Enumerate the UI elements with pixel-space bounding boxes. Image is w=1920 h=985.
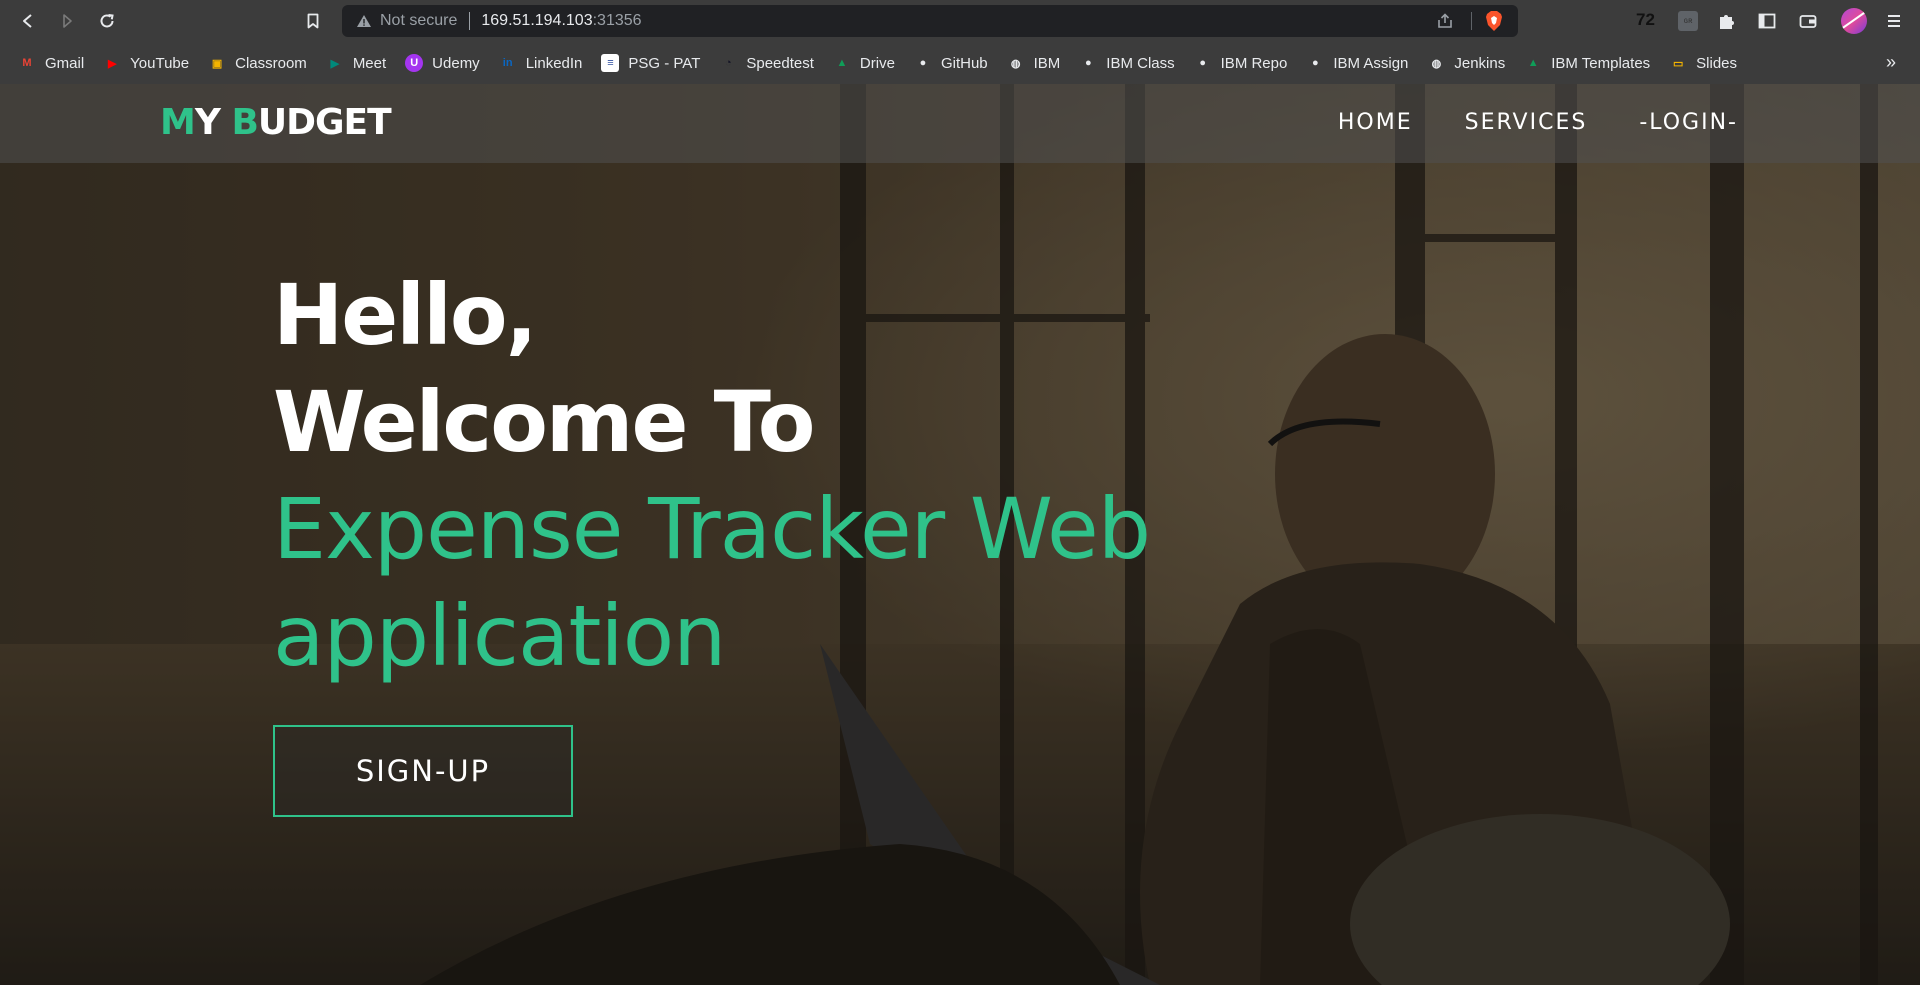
sidebar-icon xyxy=(1758,13,1776,29)
site-logo[interactable]: MY BUDGET xyxy=(160,102,392,143)
bookmark-label: PSG - PAT xyxy=(628,54,701,72)
github-icon: ● xyxy=(1312,57,1319,69)
nav-home-link[interactable]: HOME xyxy=(1338,110,1413,135)
youtube-icon: ▶ xyxy=(107,57,117,70)
hero-line-hello: Hello, xyxy=(273,266,537,364)
github-icon: ● xyxy=(919,57,927,69)
profile-avatar[interactable] xyxy=(1841,8,1867,34)
bookmark-item[interactable]: ● IBM Repo xyxy=(1194,54,1288,72)
globe-icon: ◍ xyxy=(1431,57,1442,70)
url-port: :31356 xyxy=(592,12,642,29)
signup-button[interactable]: SIGN-UP xyxy=(273,725,573,817)
bookmark-label: Classroom xyxy=(235,54,307,72)
bookmark-item[interactable]: M Gmail xyxy=(18,54,84,72)
bookmark-item[interactable]: ● IBM Assign xyxy=(1306,54,1408,72)
slides-icon: ▭ xyxy=(1672,57,1684,70)
bookmark-label: GitHub xyxy=(940,54,988,72)
site-navbar: MY BUDGET HOME SERVICES -LOGIN- xyxy=(0,84,1920,163)
bookmark-label: IBM Repo xyxy=(1220,54,1288,72)
bookmark-label: Jenkins xyxy=(1454,54,1506,72)
bookmark-item[interactable]: ◍ IBM xyxy=(1007,54,1061,72)
extension-badge-count[interactable]: 72 xyxy=(1636,10,1655,30)
puzzle-icon xyxy=(1720,15,1734,29)
hero-line-welcome: Welcome To xyxy=(273,373,816,471)
nav-login-link[interactable]: -LOGIN- xyxy=(1639,110,1738,135)
classroom-icon: ▣ xyxy=(211,57,223,70)
bookmark-item[interactable]: ≡ PSG - PAT xyxy=(601,54,700,72)
hero-line-application: application xyxy=(273,587,726,685)
url-host: 169.51.194.103 xyxy=(481,12,593,29)
hamburger-icon xyxy=(1888,15,1900,27)
github-icon: ● xyxy=(1084,57,1092,69)
site-menu: HOME SERVICES -LOGIN- xyxy=(1286,110,1738,135)
back-button[interactable] xyxy=(14,7,42,35)
reload-button[interactable] xyxy=(93,7,121,35)
bookmark-item[interactable]: ◍ Jenkins xyxy=(1427,54,1506,72)
address-divider xyxy=(469,12,471,30)
bookmark-item[interactable]: U Udemy xyxy=(405,54,480,72)
globe-icon: ◍ xyxy=(1010,57,1021,70)
bookmark-item[interactable]: in LinkedIn xyxy=(499,54,583,72)
bookmark-label: Speedtest xyxy=(746,54,814,72)
wallet-button[interactable] xyxy=(1797,10,1819,32)
logo-letter-y: Y xyxy=(194,102,232,143)
hero-heading: Hello, Welcome To Expense Tracker Web ap… xyxy=(273,262,1151,690)
bookmark-label: IBM Assign xyxy=(1333,54,1409,72)
linkedin-icon: in xyxy=(502,57,513,69)
address-bar[interactable]: Not secure 169.51.194.103 :31356 xyxy=(342,5,1518,37)
bookmark-label: YouTube xyxy=(130,54,190,72)
omnibox-separator xyxy=(1471,12,1472,30)
bookmark-label: Slides xyxy=(1696,54,1738,72)
github-icon: ● xyxy=(1199,57,1206,69)
bookmark-label: Udemy xyxy=(432,54,480,72)
bookmark-label: IBM Templates xyxy=(1551,54,1651,72)
bookmark-page-button[interactable] xyxy=(299,7,327,35)
bookmark-label: IBM Class xyxy=(1106,54,1175,72)
sidebar-button[interactable] xyxy=(1756,10,1778,32)
extensions-button[interactable] xyxy=(1716,10,1738,32)
bookmark-item[interactable]: ▣ Classroom xyxy=(208,54,307,72)
bookmarks-bar: M Gmail ▶ YouTube ▣ Classroom ▶ Meet U Udemy in Lin… xyxy=(0,42,1920,84)
bookmark-item[interactable]: ▲ Drive xyxy=(833,54,895,72)
warning-icon xyxy=(357,15,371,27)
bookmark-item[interactable]: ▶ YouTube xyxy=(103,54,189,72)
bookmark-item[interactable]: ◔ Speedtest xyxy=(719,54,814,72)
security-label[interactable]: Not secure xyxy=(380,12,457,30)
gmail-icon: M xyxy=(22,57,32,69)
meet-icon: ▶ xyxy=(330,57,340,70)
logo-letter-m: M xyxy=(160,102,196,143)
bookmark-item[interactable]: ▭ Slides xyxy=(1669,54,1737,72)
forward-icon xyxy=(63,14,72,28)
bookmark-item[interactable]: ▶ Meet xyxy=(326,54,387,72)
brave-shields-icon[interactable] xyxy=(1484,10,1504,32)
bookmark-label: IBM xyxy=(1033,54,1061,72)
bookmark-item[interactable]: ▲ IBM Templates xyxy=(1524,54,1650,72)
drive-icon: ▲ xyxy=(836,57,848,69)
bookmark-label: Gmail xyxy=(45,54,85,72)
browser-toolbar: Not secure 169.51.194.103 :31356 72 ɢʀ xyxy=(0,0,1920,42)
drive-icon: ▲ xyxy=(1527,57,1539,69)
page-viewport: MY BUDGET HOME SERVICES -LOGIN- Hello, W… xyxy=(0,84,1920,985)
bookmark-icon xyxy=(307,13,319,29)
bookmark-item[interactable]: ● GitHub xyxy=(914,54,988,72)
bookmark-label: LinkedIn xyxy=(525,54,583,72)
psg-icon: ≡ xyxy=(601,54,620,72)
logo-rest: UDGET xyxy=(257,102,392,143)
share-icon[interactable] xyxy=(1436,12,1454,30)
udemy-icon: U xyxy=(405,54,424,72)
bookmark-label: Meet xyxy=(352,54,387,72)
bookmark-label: Drive xyxy=(859,54,895,72)
reload-icon xyxy=(100,14,114,28)
hero-line-app-name: Expense Tracker Web xyxy=(273,480,1151,578)
forward-button[interactable] xyxy=(53,7,81,35)
logo-letter-b: B xyxy=(231,102,258,143)
back-icon xyxy=(23,14,32,28)
speedtest-icon: ◔ xyxy=(725,57,732,69)
nav-services-link[interactable]: SERVICES xyxy=(1465,110,1588,135)
bookmarks-overflow-icon[interactable]: » xyxy=(1886,52,1896,73)
bookmark-item[interactable]: ● IBM Class xyxy=(1079,54,1175,72)
menu-button[interactable] xyxy=(1883,10,1905,32)
wallet-icon xyxy=(1799,15,1817,28)
extension-grey-icon[interactable]: ɢʀ xyxy=(1678,11,1698,31)
